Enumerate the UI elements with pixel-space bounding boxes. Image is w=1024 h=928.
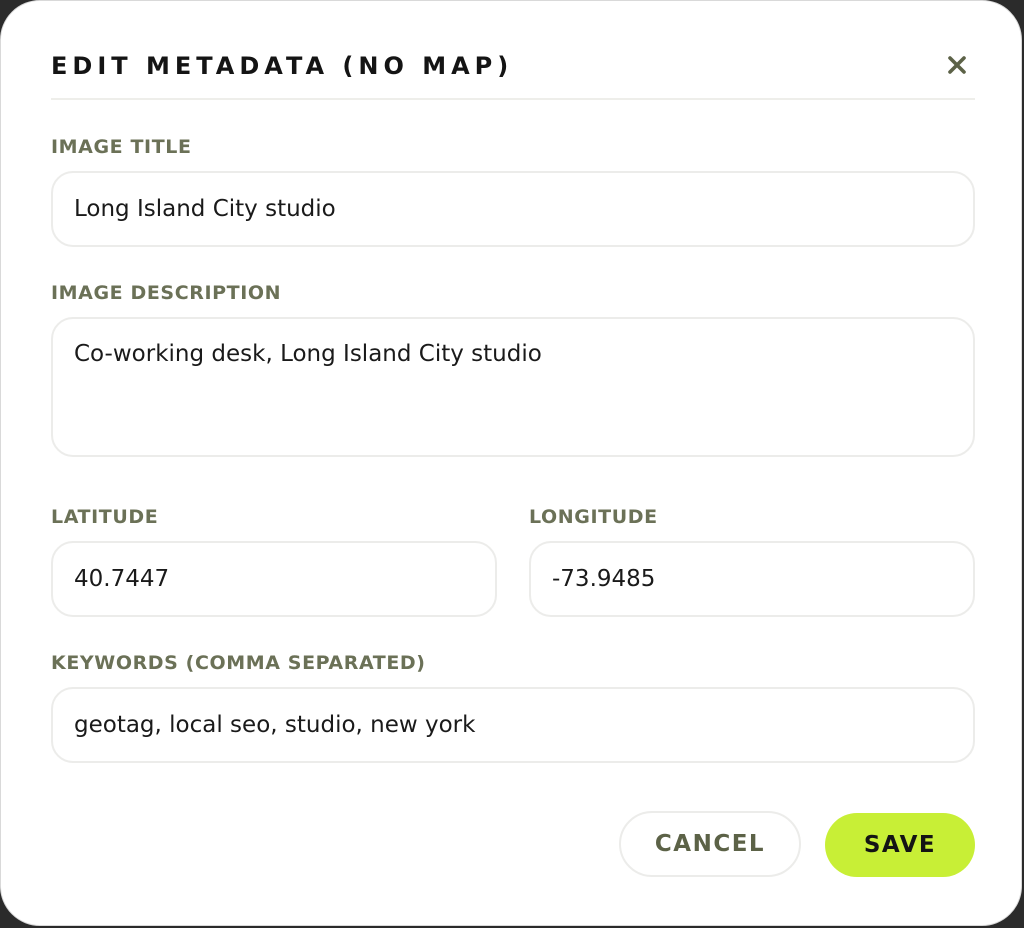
edit-metadata-dialog: EDIT METADATA (NO MAP) IMAGE TITLE IMAGE… — [0, 0, 1022, 926]
close-icon — [948, 56, 966, 74]
image-title-input[interactable] — [51, 171, 975, 247]
latitude-label: LATITUDE — [51, 506, 159, 528]
image-description-textarea[interactable]: Co-working desk, Long Island City studio — [51, 317, 975, 457]
keywords-input[interactable] — [51, 687, 975, 763]
close-button[interactable] — [943, 51, 971, 79]
longitude-label: LONGITUDE — [529, 506, 658, 528]
cancel-button[interactable]: CANCEL — [619, 811, 801, 877]
latitude-input[interactable] — [51, 541, 497, 617]
keywords-label: KEYWORDS (COMMA SEPARATED) — [51, 652, 426, 674]
dialog-header: EDIT METADATA (NO MAP) — [51, 41, 975, 100]
image-description-label: IMAGE DESCRIPTION — [51, 282, 282, 304]
longitude-input[interactable] — [529, 541, 975, 617]
dialog-title: EDIT METADATA (NO MAP) — [51, 52, 514, 80]
save-button[interactable]: SAVE — [825, 813, 975, 877]
image-title-label: IMAGE TITLE — [51, 136, 192, 158]
